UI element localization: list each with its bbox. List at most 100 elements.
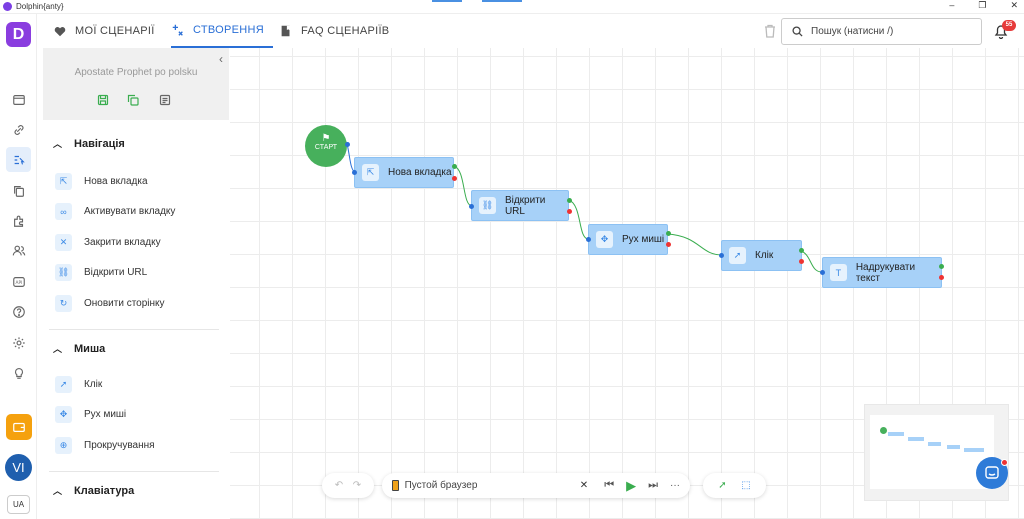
block-label: Відкрити URL [84,267,148,278]
close-window-button[interactable]: ✕ [1010,0,1018,11]
book-icon [281,25,290,37]
success-port[interactable] [799,248,804,253]
minimap-node [908,437,924,441]
block-click[interactable]: ➚ Клік [55,376,102,393]
browser-select[interactable]: Пустой браузер [405,480,552,491]
tab-indicator [482,0,522,2]
help-icon[interactable] [6,299,31,324]
error-port[interactable] [939,275,944,280]
undo-icon[interactable]: ↶ [335,480,343,491]
more-options-icon[interactable]: ··· [670,480,680,491]
tab-faq[interactable]: FAQ СЦЕНАРІЇВ [279,14,389,48]
selection-box-icon[interactable]: ⬚ [741,480,750,491]
minimap-viewport [870,415,994,489]
flow-node-open-url[interactable]: ⛓ Відкрити URL [471,190,569,221]
top-navigation: МОЇ СЦЕНАРІЇ СТВОРЕННЯ FAQ СЦЕНАРІЇВ Пош… [37,14,1024,48]
pointer-icon[interactable]: ➚ [718,480,726,491]
extensions-icon[interactable] [6,208,31,233]
avatar[interactable]: VI [5,454,32,481]
block-reload-page[interactable]: ↻ Оновити сторінку [55,295,165,312]
notes-icon[interactable] [159,94,171,106]
automation-icon[interactable] [6,147,31,172]
flow-node-new-tab[interactable]: ⇱ Нова вкладка [354,157,454,188]
tab-label: СТВОРЕННЯ [193,24,265,36]
block-new-tab[interactable]: ⇱ Нова вкладка [55,173,148,190]
step-back-icon[interactable]: ⏮ [604,479,614,492]
minimize-button[interactable]: – [949,0,954,11]
search-placeholder: Пошук (натисни /) [811,26,894,37]
search-input[interactable]: Пошук (натисни /) [781,18,982,45]
mouse-icon: ⊕ [55,437,72,454]
browser-profiles-icon[interactable] [6,87,31,112]
error-port[interactable] [452,176,457,181]
api-icon[interactable]: API [6,269,31,294]
start-node[interactable]: ⚑ СТАРТ [305,125,347,167]
external-link-icon: ⇱ [362,164,379,181]
input-port[interactable] [352,170,357,175]
window-titlebar: Dolphin{anty} – ❐ ✕ [0,0,1024,14]
input-port[interactable] [719,253,724,258]
close-icon: ✕ [55,234,72,251]
chain-link-icon: ⛓ [479,197,496,214]
collapse-panel-icon[interactable]: ‹ [219,52,223,66]
clear-icon[interactable]: ✕ [580,480,588,491]
block-mouse-move[interactable]: ✥ Рух миші [55,406,126,423]
trash-icon[interactable] [764,24,776,43]
tab-label: МОЇ СЦЕНАРІЇ [75,25,155,37]
notification-badge: 55 [1002,20,1016,31]
flow-node-mouse-move[interactable]: ✥ Рух миші [588,224,668,255]
move-icon: ✥ [55,406,72,423]
save-icon[interactable] [97,94,109,106]
error-port[interactable] [666,242,671,247]
cursor-click-icon: ➚ [729,247,746,264]
external-link-icon: ⇱ [55,173,72,190]
section-navigation[interactable]: ︿ Навігація [53,137,125,150]
node-label: Нова вкладка [388,167,452,178]
minimap-node [964,448,984,452]
error-port[interactable] [799,259,804,264]
script-name[interactable]: Apostate Prophet po polsku [43,67,229,78]
flow-node-click[interactable]: ➚ Клік [721,240,802,271]
output-port[interactable] [345,142,350,147]
settings-icon[interactable] [6,330,31,355]
block-label: Активувати вкладку [84,206,176,217]
flow-node-type-text[interactable]: T Надрукувати текст [822,257,942,288]
block-close-tab[interactable]: ✕ Закрити вкладку [55,234,161,251]
block-scroll[interactable]: ⊕ Прокручування [55,437,155,454]
users-icon[interactable] [6,238,31,263]
section-keyboard[interactable]: ︿ Клавіатура [53,484,134,497]
chat-unread-dot [1001,459,1008,466]
redo-icon[interactable]: ↷ [353,480,361,491]
input-port[interactable] [469,204,474,209]
node-label: Клік [755,250,774,261]
block-open-url[interactable]: ⛓ Відкрити URL [55,264,147,281]
block-activate-tab[interactable]: ∞ Активувати вкладку [55,203,175,220]
success-port[interactable] [567,198,572,203]
success-port[interactable] [452,164,457,169]
section-mouse[interactable]: ︿ Миша [53,342,105,355]
script-card: ‹ Apostate Prophet po polsku [43,48,229,120]
success-port[interactable] [666,231,671,236]
copy-icon[interactable] [6,178,31,203]
input-port[interactable] [586,237,591,242]
input-port[interactable] [820,270,825,275]
wallet-icon[interactable] [6,414,32,440]
step-forward-icon[interactable]: ⏭ [648,479,658,492]
move-icon: ✥ [596,231,613,248]
link-icon[interactable] [6,117,31,142]
block-label: Прокручування [84,440,155,451]
maximize-button[interactable]: ❐ [978,0,986,11]
dolphin-logo[interactable]: D [6,22,31,47]
duplicate-icon[interactable] [127,94,139,106]
error-port[interactable] [567,209,572,214]
play-icon[interactable]: ▶ [626,478,636,494]
tab-indicator [432,0,462,2]
language-switch[interactable]: UA [7,495,30,514]
lightbulb-icon[interactable] [6,360,31,385]
section-title: Миша [74,342,106,355]
minimap-node [928,442,941,446]
tab-create[interactable]: СТВОРЕННЯ [171,14,273,48]
success-port[interactable] [939,264,944,269]
tab-my-scenarios[interactable]: МОЇ СЦЕНАРІЇ [53,14,155,48]
minimap-node [947,445,960,449]
